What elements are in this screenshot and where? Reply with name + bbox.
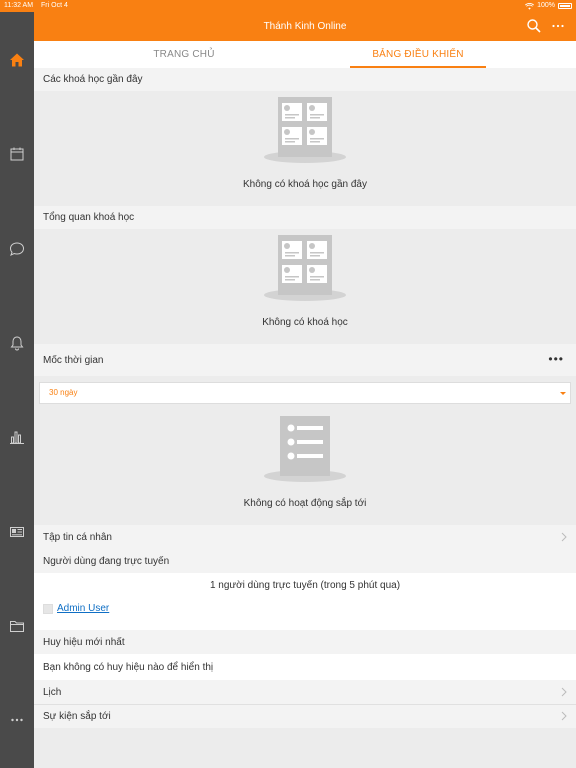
status-time: 11:32 AM — [4, 2, 34, 9]
upcoming-events-label: Sự kiện sắp tới — [43, 711, 111, 722]
more-icon[interactable] — [9, 712, 25, 728]
course-overview-panel: Không có khoá học — [34, 229, 576, 344]
timeline-empty: Không có hoạt động sắp tới — [243, 498, 367, 509]
calendar-label: Lịch — [43, 686, 62, 698]
news-icon[interactable] — [9, 524, 25, 540]
timeline-menu-icon[interactable]: ••• — [548, 352, 564, 366]
tab-home[interactable]: TRANG CHỦ — [114, 41, 254, 68]
avatar — [43, 603, 53, 614]
online-users-heading: Người dùng đang trực tuyến — [34, 549, 576, 573]
home-icon[interactable] — [9, 52, 25, 68]
empty-timeline-icon — [264, 414, 346, 484]
private-files-row[interactable]: Tập tin cá nhân — [34, 525, 576, 549]
empty-courses-icon — [264, 95, 346, 165]
status-bar: 11:32 AM Fri Oct 4 100% — [0, 0, 576, 12]
chevron-right-icon — [561, 711, 567, 721]
chat-icon[interactable] — [9, 241, 25, 257]
recent-courses-heading: Các khoá học gần đây — [34, 68, 576, 91]
tab-dashboard[interactable]: BẢNG ĐIỀU KHIỂN — [350, 41, 486, 68]
chart-icon[interactable] — [9, 429, 25, 445]
more-options-icon[interactable] — [550, 18, 566, 34]
search-icon[interactable] — [526, 18, 542, 34]
private-files-label: Tập tin cá nhân — [43, 531, 112, 543]
tab-bar: TRANG CHỦ BẢNG ĐIỀU KHIỂN — [34, 41, 576, 68]
timeline-filter-value: 30 ngày — [49, 388, 78, 397]
online-users-panel: 1 người dùng trực tuyến (trong 5 phút qu… — [34, 573, 576, 630]
badges-empty: Bạn không có huy hiệu nào để hiển thị — [34, 654, 576, 680]
calendar-icon[interactable] — [9, 146, 25, 162]
battery-icon — [558, 3, 572, 9]
battery-percent: 100% — [537, 2, 555, 9]
chevron-down-icon — [560, 392, 566, 395]
timeline-filter-select[interactable]: 30 ngày — [39, 382, 571, 404]
dashboard-content: Các khoá học gần đây Không có khoá học g… — [34, 68, 576, 768]
bell-icon[interactable] — [9, 335, 25, 351]
empty-overview-icon — [264, 233, 346, 303]
upcoming-events-row[interactable]: Sự kiện sắp tới — [34, 705, 576, 728]
app-title: Thánh Kinh Online — [263, 21, 347, 32]
course-overview-heading: Tổng quan khoá học — [34, 206, 576, 229]
wifi-icon — [525, 2, 535, 10]
online-users-summary: 1 người dùng trực tuyến (trong 5 phút qu… — [209, 580, 401, 591]
recent-courses-panel: Không có khoá học gần đây — [34, 91, 576, 206]
chevron-right-icon — [561, 687, 567, 697]
online-users-heading-text: Người dùng đang trực tuyến — [43, 555, 170, 567]
badges-heading: Huy hiệu mới nhất — [34, 630, 576, 654]
badges-empty-text: Bạn không có huy hiệu nào để hiển thị — [43, 661, 214, 673]
app-header: Thánh Kinh Online — [34, 12, 576, 41]
chevron-right-icon — [561, 532, 567, 542]
sidebar — [0, 12, 34, 768]
timeline-panel: 30 ngày Không có hoạt động sắp tới — [34, 376, 576, 525]
recent-courses-empty: Không có khoá học gần đây — [243, 179, 367, 190]
course-overview-empty: Không có khoá học — [262, 317, 348, 328]
online-user-link[interactable]: Admin User — [57, 603, 109, 614]
calendar-row[interactable]: Lịch — [34, 680, 576, 704]
online-user-entry: Admin User — [43, 603, 109, 614]
timeline-heading: Mốc thời gian — [34, 344, 576, 376]
badges-heading-text: Huy hiệu mới nhất — [43, 636, 125, 648]
status-date: Fri Oct 4 — [41, 2, 68, 9]
folder-icon[interactable] — [9, 618, 25, 634]
